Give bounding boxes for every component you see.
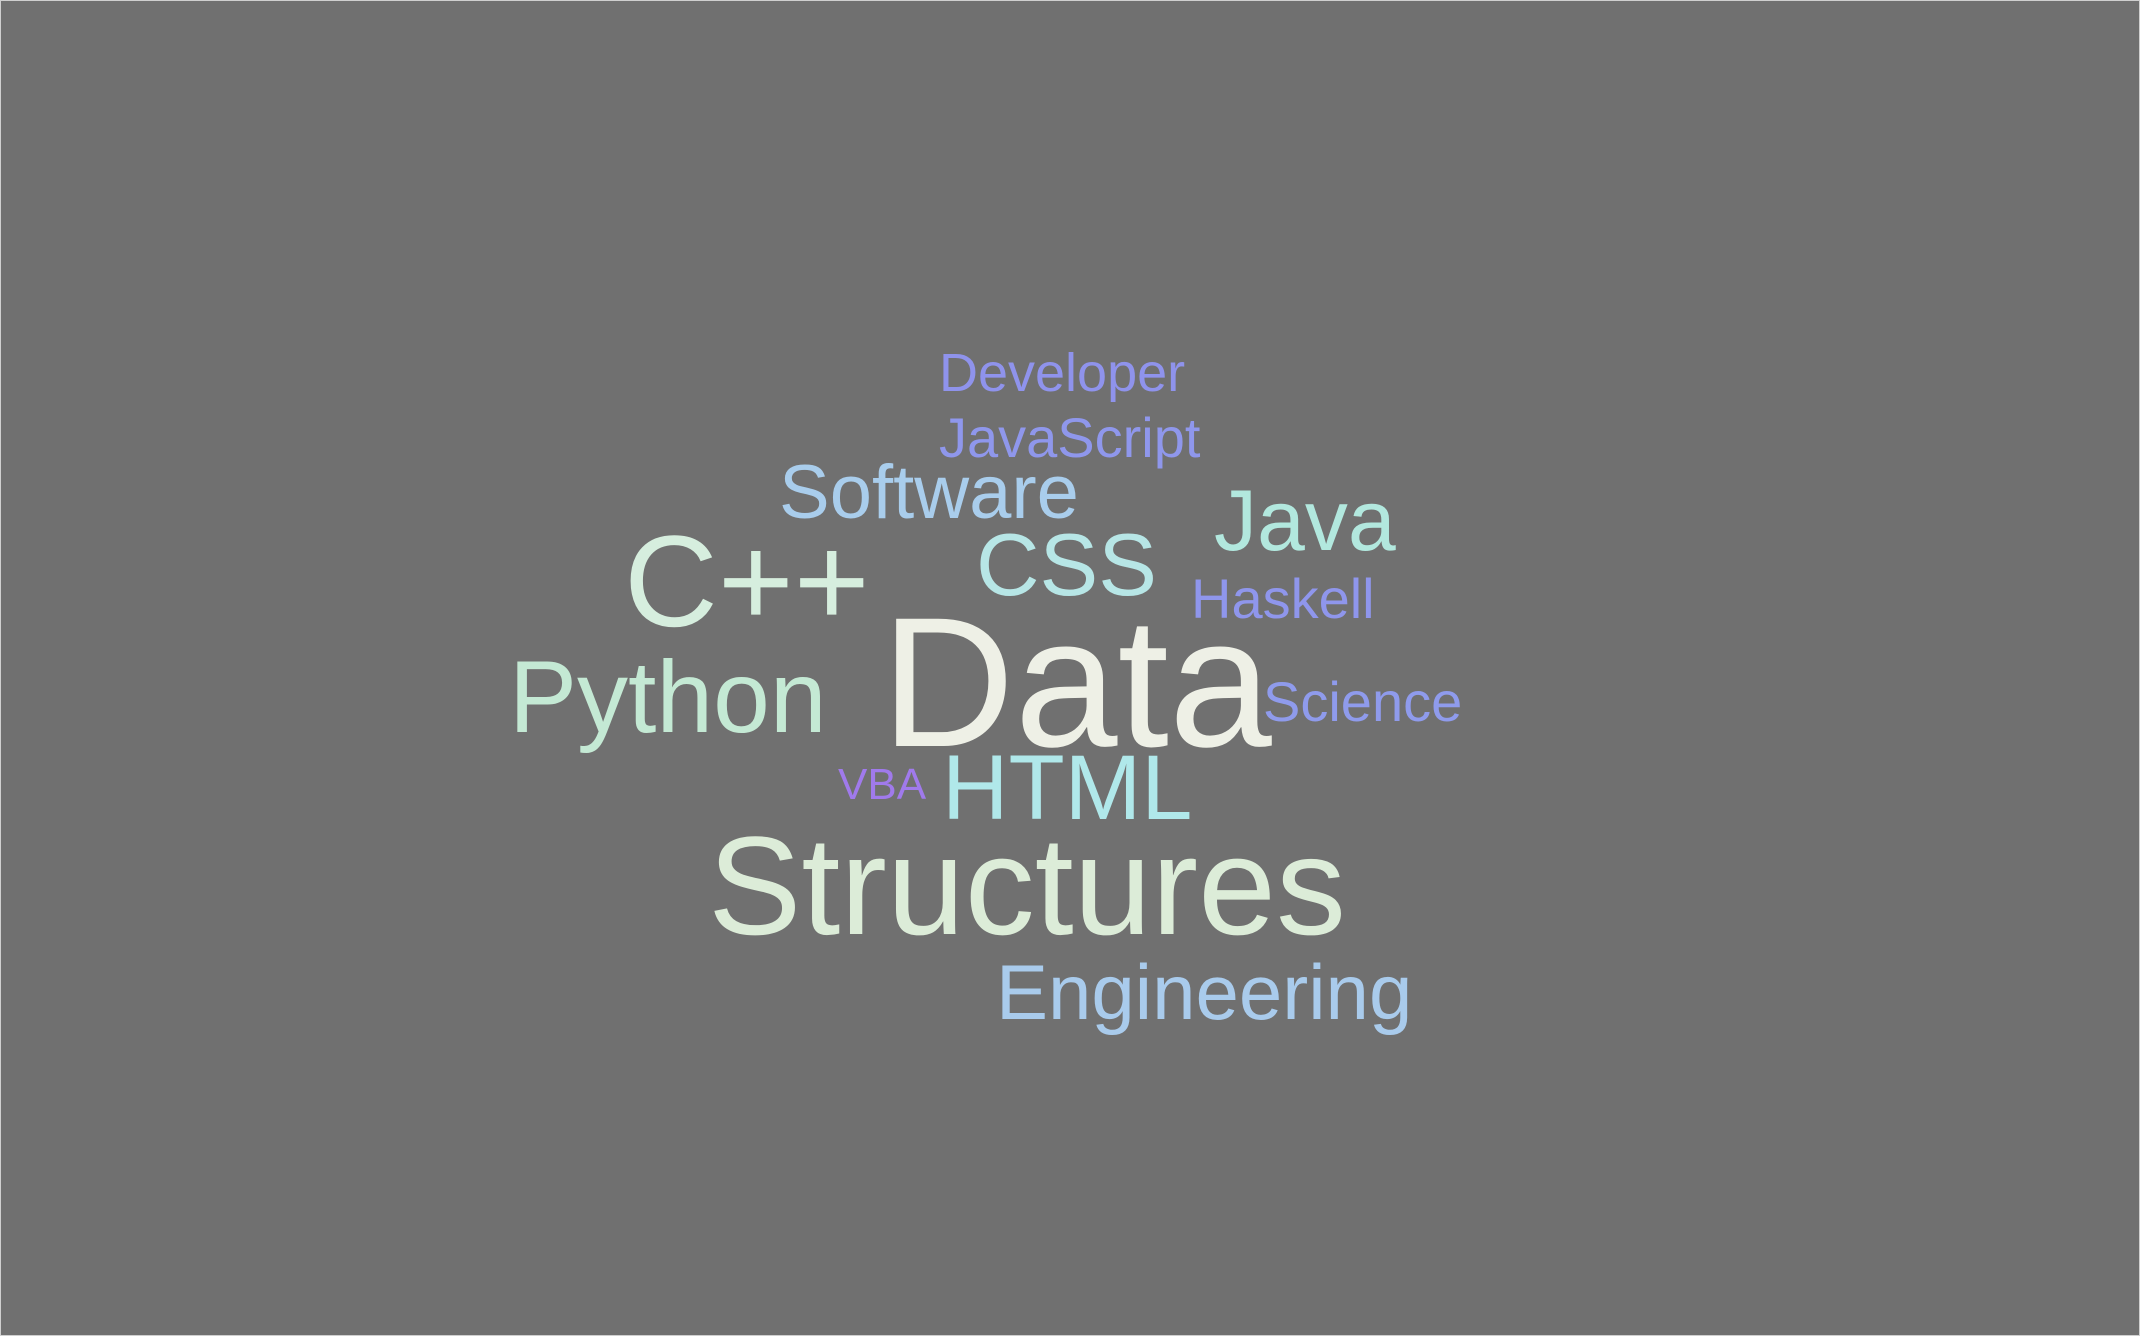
word-cloud-canvas: Developer JavaScript Software Java C++ C…: [0, 0, 2140, 1336]
word-developer: Developer: [939, 343, 1186, 403]
word-python: Python: [509, 640, 827, 754]
word-structures: Structures: [708, 807, 1346, 964]
word-cpp: C++: [624, 508, 870, 654]
word-engineering: Engineering: [996, 948, 1413, 1036]
word-java: Java: [1214, 473, 1396, 569]
word-science: Science: [1263, 670, 1463, 733]
word-vba: VBA: [838, 760, 927, 809]
